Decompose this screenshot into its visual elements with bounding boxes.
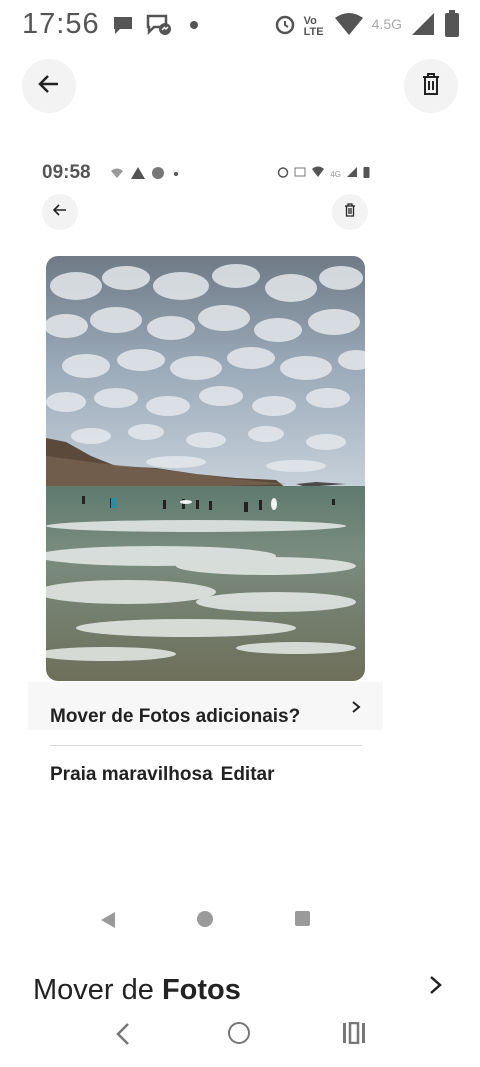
system-nav-bar xyxy=(0,1012,480,1067)
chevron-right-icon[interactable] xyxy=(428,974,444,1001)
inner-wifi-icon xyxy=(311,165,325,183)
inner-network-type: 4G xyxy=(330,169,341,179)
divider xyxy=(50,745,362,746)
inner-signal-icon xyxy=(346,165,358,183)
arrow-left-icon xyxy=(38,74,60,99)
edit-caption-link[interactable]: Editar xyxy=(221,764,275,785)
dot-icon xyxy=(184,15,204,40)
inner-account-icon xyxy=(152,166,164,184)
sheet-title-strong: Fotos xyxy=(161,974,241,1004)
signal-icon xyxy=(410,11,436,42)
sheet-title-prefix: Mover de xyxy=(33,974,154,1004)
inner-dot-icon xyxy=(171,166,181,184)
sheet-title[interactable]: Mover de Fotos xyxy=(33,974,241,1004)
battery-icon xyxy=(444,10,460,43)
triangle-back-icon xyxy=(100,911,116,934)
circle-home-icon xyxy=(197,911,213,927)
move-row-label: Mover de Fotos adicionais? xyxy=(50,706,301,727)
messenger-icon xyxy=(146,14,172,41)
inner-delete-button[interactable] xyxy=(332,194,368,230)
status-time: 17:56 xyxy=(22,8,100,40)
inner-alarm-icon xyxy=(277,165,289,183)
nav-recents-icon[interactable] xyxy=(342,1021,366,1049)
chat-bubble-icon xyxy=(112,15,134,40)
nav-home-icon[interactable] xyxy=(228,1022,250,1044)
delete-button[interactable] xyxy=(404,59,458,113)
move-to-album-row[interactable]: Mover de Fotos adicionais? xyxy=(28,682,383,730)
chevron-right-icon xyxy=(351,700,361,719)
inner-warning-icon xyxy=(131,166,145,184)
network-type: 4.5G xyxy=(371,15,402,32)
inner-wifi-calling-icon xyxy=(110,166,124,184)
inner-back-button[interactable] xyxy=(42,194,78,230)
photo-caption: Praia maravilhosa Editar xyxy=(50,764,275,786)
inner-battery-icon xyxy=(363,165,370,183)
inner-volte-icon xyxy=(294,165,306,183)
back-button[interactable] xyxy=(22,59,76,113)
inner-status-time: 09:58 xyxy=(42,162,91,183)
trash-icon xyxy=(421,72,441,100)
inner-nav-bar xyxy=(0,908,480,932)
caption-text: Praia maravilhosa xyxy=(50,764,213,785)
wifi-icon xyxy=(334,12,364,41)
nav-back-icon[interactable] xyxy=(114,1022,134,1051)
arrow-left-icon xyxy=(52,203,67,221)
volte-icon: Vo LTE xyxy=(303,14,324,38)
alarm-icon xyxy=(274,13,296,40)
trash-icon xyxy=(344,202,356,222)
square-recents-icon xyxy=(295,911,310,926)
beach-photo[interactable] xyxy=(46,256,365,681)
inner-status-bar: 09:58 4G xyxy=(42,160,372,186)
status-bar: 17:56 Vo LTE 4.5G xyxy=(0,0,480,52)
